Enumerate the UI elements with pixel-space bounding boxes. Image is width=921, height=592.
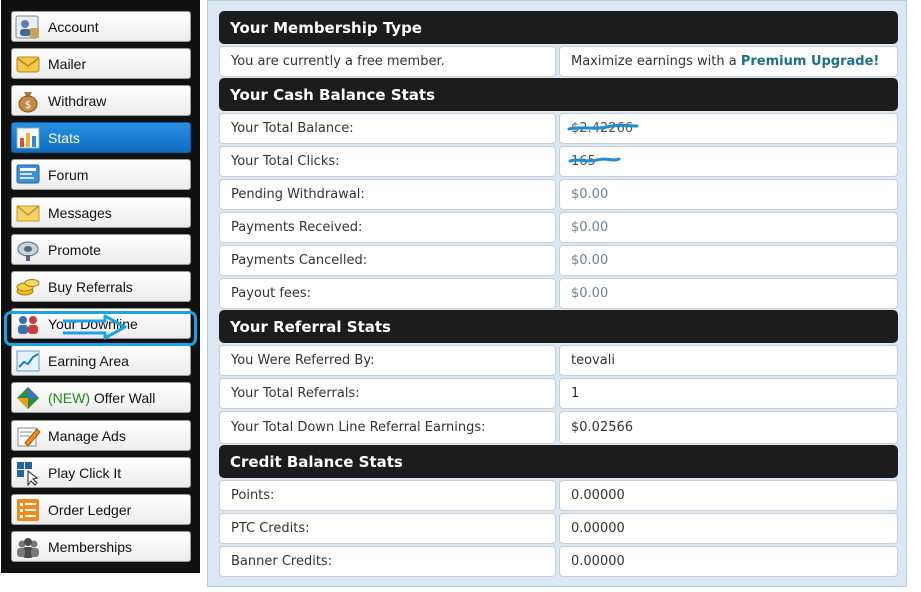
mailer-icon: [15, 51, 41, 77]
diamond-icon: [15, 385, 41, 411]
forum-icon: [15, 162, 41, 188]
row-label-total-referrals: Your Total Referrals:: [219, 378, 556, 409]
sidebar-item-mailer[interactable]: Mailer: [11, 48, 191, 79]
row-value-payments-cancelled: $0.00: [559, 245, 898, 276]
row-label-ptc-credits: PTC Credits:: [219, 513, 556, 544]
row-value-payout-fees: $0.00: [559, 278, 898, 309]
row-value-total-balance: $2.42266: [559, 113, 898, 144]
row-label-downline-earnings: Your Total Down Line Referral Earnings:: [219, 411, 556, 444]
coins-icon: [15, 274, 41, 300]
new-badge: (NEW): [48, 389, 90, 406]
sidebar-item-play-click-it[interactable]: Play Click It: [11, 457, 191, 488]
row-label-banner-credits: Banner Credits:: [219, 546, 556, 577]
bar-chart-icon: [15, 125, 41, 151]
section-header-referral: Your Referral Stats: [219, 310, 898, 343]
section-header-membership: Your Membership Type: [219, 11, 898, 44]
group-icon: [15, 534, 41, 560]
sidebar-item-forum[interactable]: Forum: [11, 159, 191, 190]
row-value-payments-received: $0.00: [559, 212, 898, 243]
sidebar-item-buy-referrals[interactable]: Buy Referrals: [11, 271, 191, 302]
pencil-paper-icon: [15, 423, 41, 449]
row-value-referred-by: teovali: [559, 345, 898, 376]
account-icon: [15, 14, 41, 40]
row-value-ptc-credits: 0.00000: [559, 513, 898, 544]
sidebar: Account Mailer $ Withdraw Stats Forum Me…: [1, 0, 200, 573]
sidebar-item-manage-ads[interactable]: Manage Ads: [11, 420, 191, 451]
sidebar-item-order-ledger[interactable]: Order Ledger: [11, 494, 191, 525]
row-label-pending-withdrawal: Pending Withdrawal:: [219, 179, 556, 210]
row-label-total-balance: Your Total Balance:: [219, 113, 556, 144]
row-value-banner-credits: 0.00000: [559, 546, 898, 577]
envelope-icon: [15, 200, 41, 226]
row-label-payout-fees: Payout fees:: [219, 278, 556, 309]
sidebar-item-earning-area[interactable]: Earning Area: [11, 345, 191, 376]
row-label-referred-by: You Were Referred By:: [219, 345, 556, 376]
row-label-points: Points:: [219, 480, 556, 511]
row-value-downline-earnings: $0.02566: [559, 411, 898, 444]
row-label-payments-cancelled: Payments Cancelled:: [219, 245, 556, 276]
svg-text:$: $: [25, 100, 31, 111]
row-label-payments-received: Payments Received:: [219, 212, 556, 243]
membership-status: You are currently a free member.: [219, 46, 556, 77]
money-bag-icon: $: [15, 88, 41, 114]
sidebar-item-messages[interactable]: Messages: [11, 197, 191, 228]
row-value-points: 0.00000: [559, 480, 898, 511]
sidebar-item-account[interactable]: Account: [11, 11, 191, 42]
row-value-total-clicks: 165: [559, 146, 898, 177]
sidebar-item-promote[interactable]: Promote: [11, 234, 191, 265]
line-chart-icon: [15, 348, 41, 374]
sidebar-item-your-downline[interactable]: Your Downline: [11, 308, 191, 339]
sidebar-item-stats[interactable]: Stats: [11, 122, 191, 153]
stats-panel: Your Membership Type You are currently a…: [207, 0, 907, 587]
section-header-credit: Credit Balance Stats: [219, 445, 898, 478]
row-label-total-clicks: Your Total Clicks:: [219, 146, 556, 177]
people-icon: [15, 311, 41, 337]
membership-upgrade-cell: Maximize earnings with a Premium Upgrade…: [559, 46, 898, 77]
section-header-cash: Your Cash Balance Stats: [219, 78, 898, 111]
satellite-icon: [15, 237, 41, 263]
premium-upgrade-link[interactable]: Premium Upgrade!: [741, 54, 880, 69]
checklist-icon: [15, 497, 41, 523]
sidebar-item-offer-wall[interactable]: (NEW) Offer Wall: [11, 382, 191, 413]
cursor-click-icon: [15, 460, 41, 486]
sidebar-item-withdraw[interactable]: $ Withdraw: [11, 85, 191, 116]
sidebar-item-memberships[interactable]: Memberships: [11, 531, 191, 562]
row-value-total-referrals: 1: [559, 378, 898, 409]
row-value-pending-withdrawal: $0.00: [559, 179, 898, 210]
